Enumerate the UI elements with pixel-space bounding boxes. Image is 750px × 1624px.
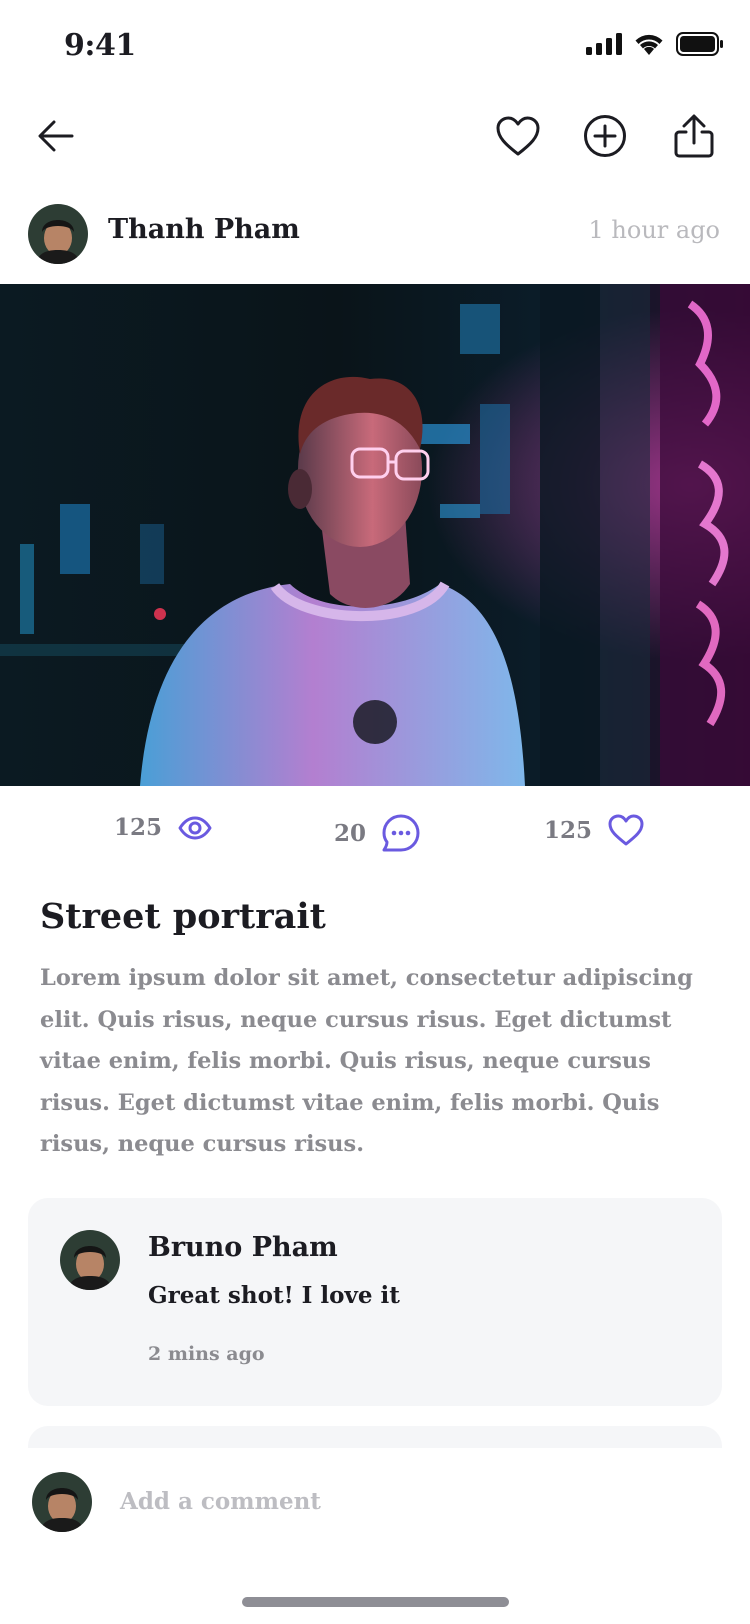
post-photo[interactable] (0, 284, 750, 786)
comments-count: 20 (334, 819, 367, 847)
comment-author[interactable]: Bruno Pham (148, 1232, 338, 1263)
status-time: 9:41 (64, 28, 136, 63)
post-title: Street portrait (40, 896, 326, 937)
avatar-image (32, 1472, 92, 1532)
add-button[interactable] (575, 106, 635, 166)
author-avatar[interactable] (28, 204, 88, 264)
comment-timestamp: 2 mins ago (148, 1343, 265, 1365)
photo-image (0, 284, 750, 786)
like-post-button[interactable] (488, 106, 548, 166)
share-icon (674, 114, 714, 158)
eye-icon (178, 816, 212, 839)
battery-icon (676, 32, 723, 56)
avatar-image (60, 1230, 120, 1290)
heart-icon (496, 116, 540, 156)
avatar-image (28, 204, 88, 264)
chat-bubble-icon (382, 814, 420, 852)
comment-text: Great shot! I love it (148, 1282, 400, 1309)
back-button[interactable] (26, 106, 86, 166)
current-user-avatar (32, 1472, 92, 1532)
commenter-avatar[interactable] (60, 1230, 120, 1290)
signal-icon (586, 33, 622, 55)
likes-count: 125 (544, 816, 593, 844)
status-icons (586, 32, 724, 56)
author-name[interactable]: Thanh Pham (108, 214, 300, 245)
plus-circle-icon (584, 115, 626, 157)
views-count: 125 (114, 814, 163, 841)
post-timestamp: 1 hour ago (588, 216, 720, 244)
views-stat: 125 (114, 814, 212, 841)
comment-input[interactable]: Add a comment (120, 1488, 321, 1515)
share-button[interactable] (664, 106, 724, 166)
home-indicator[interactable] (242, 1597, 509, 1607)
post-description: Lorem ipsum dolor sit amet, consectetur … (40, 965, 693, 1157)
heart-outline-icon (608, 814, 644, 846)
wifi-icon (635, 34, 663, 55)
comments-stat[interactable]: 20 (334, 814, 420, 852)
likes-stat[interactable]: 125 (544, 814, 644, 846)
arrow-left-icon (38, 120, 74, 152)
